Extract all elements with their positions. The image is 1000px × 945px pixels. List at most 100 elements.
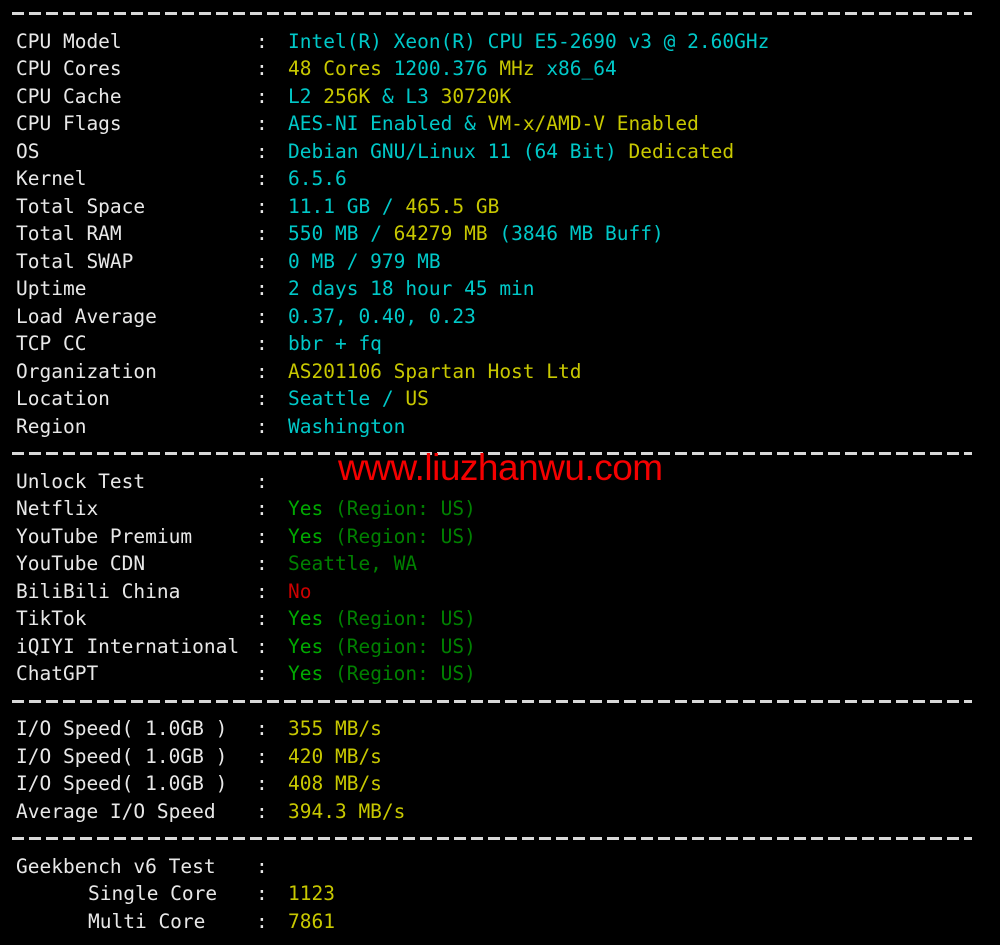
row-label: I/O Speed( 1.0GB ): [16, 717, 228, 740]
row-label: ChatGPT: [16, 662, 99, 685]
value-segment: 64279 MB: [393, 222, 500, 245]
row-colon: :: [256, 497, 268, 520]
row-value: Yes (Region: US): [288, 523, 476, 551]
value-segment: Yes: [288, 524, 335, 548]
value-segment: 465.5 GB: [405, 194, 500, 218]
output-row: Single Core:1123: [0, 880, 1000, 908]
row-label: YouTube Premium: [16, 524, 193, 548]
row-value: Yes (Region: US): [288, 633, 476, 661]
value-segment: bbr + fq: [288, 332, 382, 355]
row-value: AS201106 Spartan Host Ltd: [288, 358, 582, 386]
output-row: Location: Seattle / US: [0, 385, 1000, 413]
output-row: I/O Speed( 1.0GB ):408 MB/s: [0, 770, 1000, 798]
row-label: TikTok: [16, 607, 87, 630]
row-colon: :: [256, 799, 268, 823]
row-label: Multi Core: [88, 909, 206, 933]
row-value: No: [288, 578, 311, 606]
row-value: 48 Cores 1200.376 MHz x86_64: [288, 55, 617, 83]
output-row: BiliBili China: No: [0, 578, 1000, 606]
value-segment: 408 MB/s: [288, 772, 382, 795]
row-value: AES-NI Enabled & VM-x/AMD-V Enabled: [288, 110, 699, 138]
output-row: TCP CC: bbr + fq: [0, 330, 1000, 358]
row-colon: :: [256, 84, 268, 108]
value-segment: Intel(R) Xeon(R) CPU E5-2690 v3 @ 2.60GH…: [288, 29, 770, 53]
row-colon: :: [256, 882, 268, 905]
row-label: Kernel: [16, 167, 87, 190]
row-value: Yes (Region: US): [288, 660, 476, 688]
dashed-rule: [12, 837, 972, 841]
row-value: Washington: [288, 413, 405, 441]
row-value: 355 MB/s: [288, 715, 382, 743]
row-value: Yes (Region: US): [288, 495, 476, 523]
row-label: Unlock Test: [16, 469, 146, 493]
row-label: OS: [16, 139, 40, 163]
output-row: CPU Cache: L2 256K & L3 30720K: [0, 83, 1000, 111]
row-label: Geekbench v6 Test: [16, 854, 216, 878]
section-separator: [0, 825, 1000, 853]
watermark-text: www.liuzhanwu.com: [338, 447, 663, 488]
section-separator: [0, 0, 1000, 28]
output-row: Multi Core:7861: [0, 908, 1000, 936]
value-segment: VM-x/AMD-V Enabled: [487, 112, 699, 135]
value-segment: Dedicated: [628, 139, 735, 163]
output-row: Region: Washington: [0, 413, 1000, 441]
row-value: Seattle / US: [288, 385, 429, 413]
dashed-rule: [12, 12, 972, 16]
output-row: I/O Speed( 1.0GB ):420 MB/s: [0, 743, 1000, 771]
output-row: Kernel:6.5.6: [0, 165, 1000, 193]
value-segment: Yes: [288, 662, 335, 685]
value-segment: 1123: [288, 882, 335, 905]
value-segment: Seattle, WA: [288, 552, 418, 575]
value-segment: US: [405, 387, 429, 410]
row-value: Debian GNU/Linux 11 (64 Bit) Dedicated: [288, 138, 734, 166]
section-separator: [0, 688, 1000, 716]
row-label: Single Core: [88, 882, 218, 905]
row-colon: :: [256, 772, 268, 795]
row-colon: :: [256, 112, 268, 135]
value-segment: L2: [288, 84, 324, 108]
row-colon: :: [256, 139, 268, 163]
value-segment: /: [370, 222, 394, 245]
terminal-window: CPU Model: Intel(R) Xeon(R) CPU E5-2690 v…: [0, 0, 1000, 945]
row-colon: :: [256, 304, 268, 328]
value-segment: x86_64: [546, 57, 617, 80]
row-label: I/O Speed( 1.0GB ): [16, 772, 228, 795]
output-row: I/O Speed( 1.0GB ):355 MB/s: [0, 715, 1000, 743]
row-label: CPU Model: [16, 29, 122, 53]
row-value: 0.37, 0.40, 0.23: [288, 303, 476, 331]
row-value: bbr + fq: [288, 330, 382, 358]
output-row: Netflix: Yes (Region: US): [0, 495, 1000, 523]
row-value: 394.3 MB/s: [288, 798, 405, 826]
value-segment: AES-NI Enabled: [288, 112, 465, 135]
row-colon: :: [256, 414, 268, 438]
output-row: Geekbench v6 Test:: [0, 853, 1000, 881]
value-segment: Debian GNU/Linux 11 (64 Bit): [288, 139, 629, 163]
row-value: 408 MB/s: [288, 770, 382, 798]
value-segment: 0.37, 0.40, 0.23: [288, 304, 476, 328]
value-segment: 1200.376: [393, 57, 500, 80]
row-label: BiliBili China: [16, 579, 181, 603]
row-colon: :: [256, 909, 268, 933]
row-colon: :: [256, 167, 268, 190]
row-colon: :: [256, 29, 268, 53]
output-row: Total SWAP:0 MB / 979 MB: [0, 248, 1000, 276]
value-segment: Washington: [288, 414, 406, 438]
value-segment: 30720K: [440, 84, 512, 108]
value-segment: 2 days 18 hour 45 min: [288, 277, 535, 300]
value-segment: 394.3 MB/s: [288, 799, 406, 823]
value-segment: Yes: [288, 607, 335, 630]
row-colon: :: [256, 222, 268, 245]
value-segment: No: [288, 579, 312, 603]
row-value: L2 256K & L3 30720K: [288, 83, 511, 111]
row-colon: :: [256, 607, 268, 630]
dashed-rule: [12, 699, 972, 703]
row-colon: :: [256, 854, 268, 878]
row-label: Total RAM: [16, 222, 122, 245]
row-colon: :: [256, 277, 268, 300]
value-segment: 256K: [323, 84, 382, 108]
output-row: CPU Model: Intel(R) Xeon(R) CPU E5-2690 v…: [0, 28, 1000, 56]
value-segment: (Region: US): [334, 607, 476, 630]
value-segment: (Region: US): [334, 634, 476, 658]
row-colon: :: [256, 194, 268, 218]
output-row: YouTube CDN: Seattle, WA: [0, 550, 1000, 578]
